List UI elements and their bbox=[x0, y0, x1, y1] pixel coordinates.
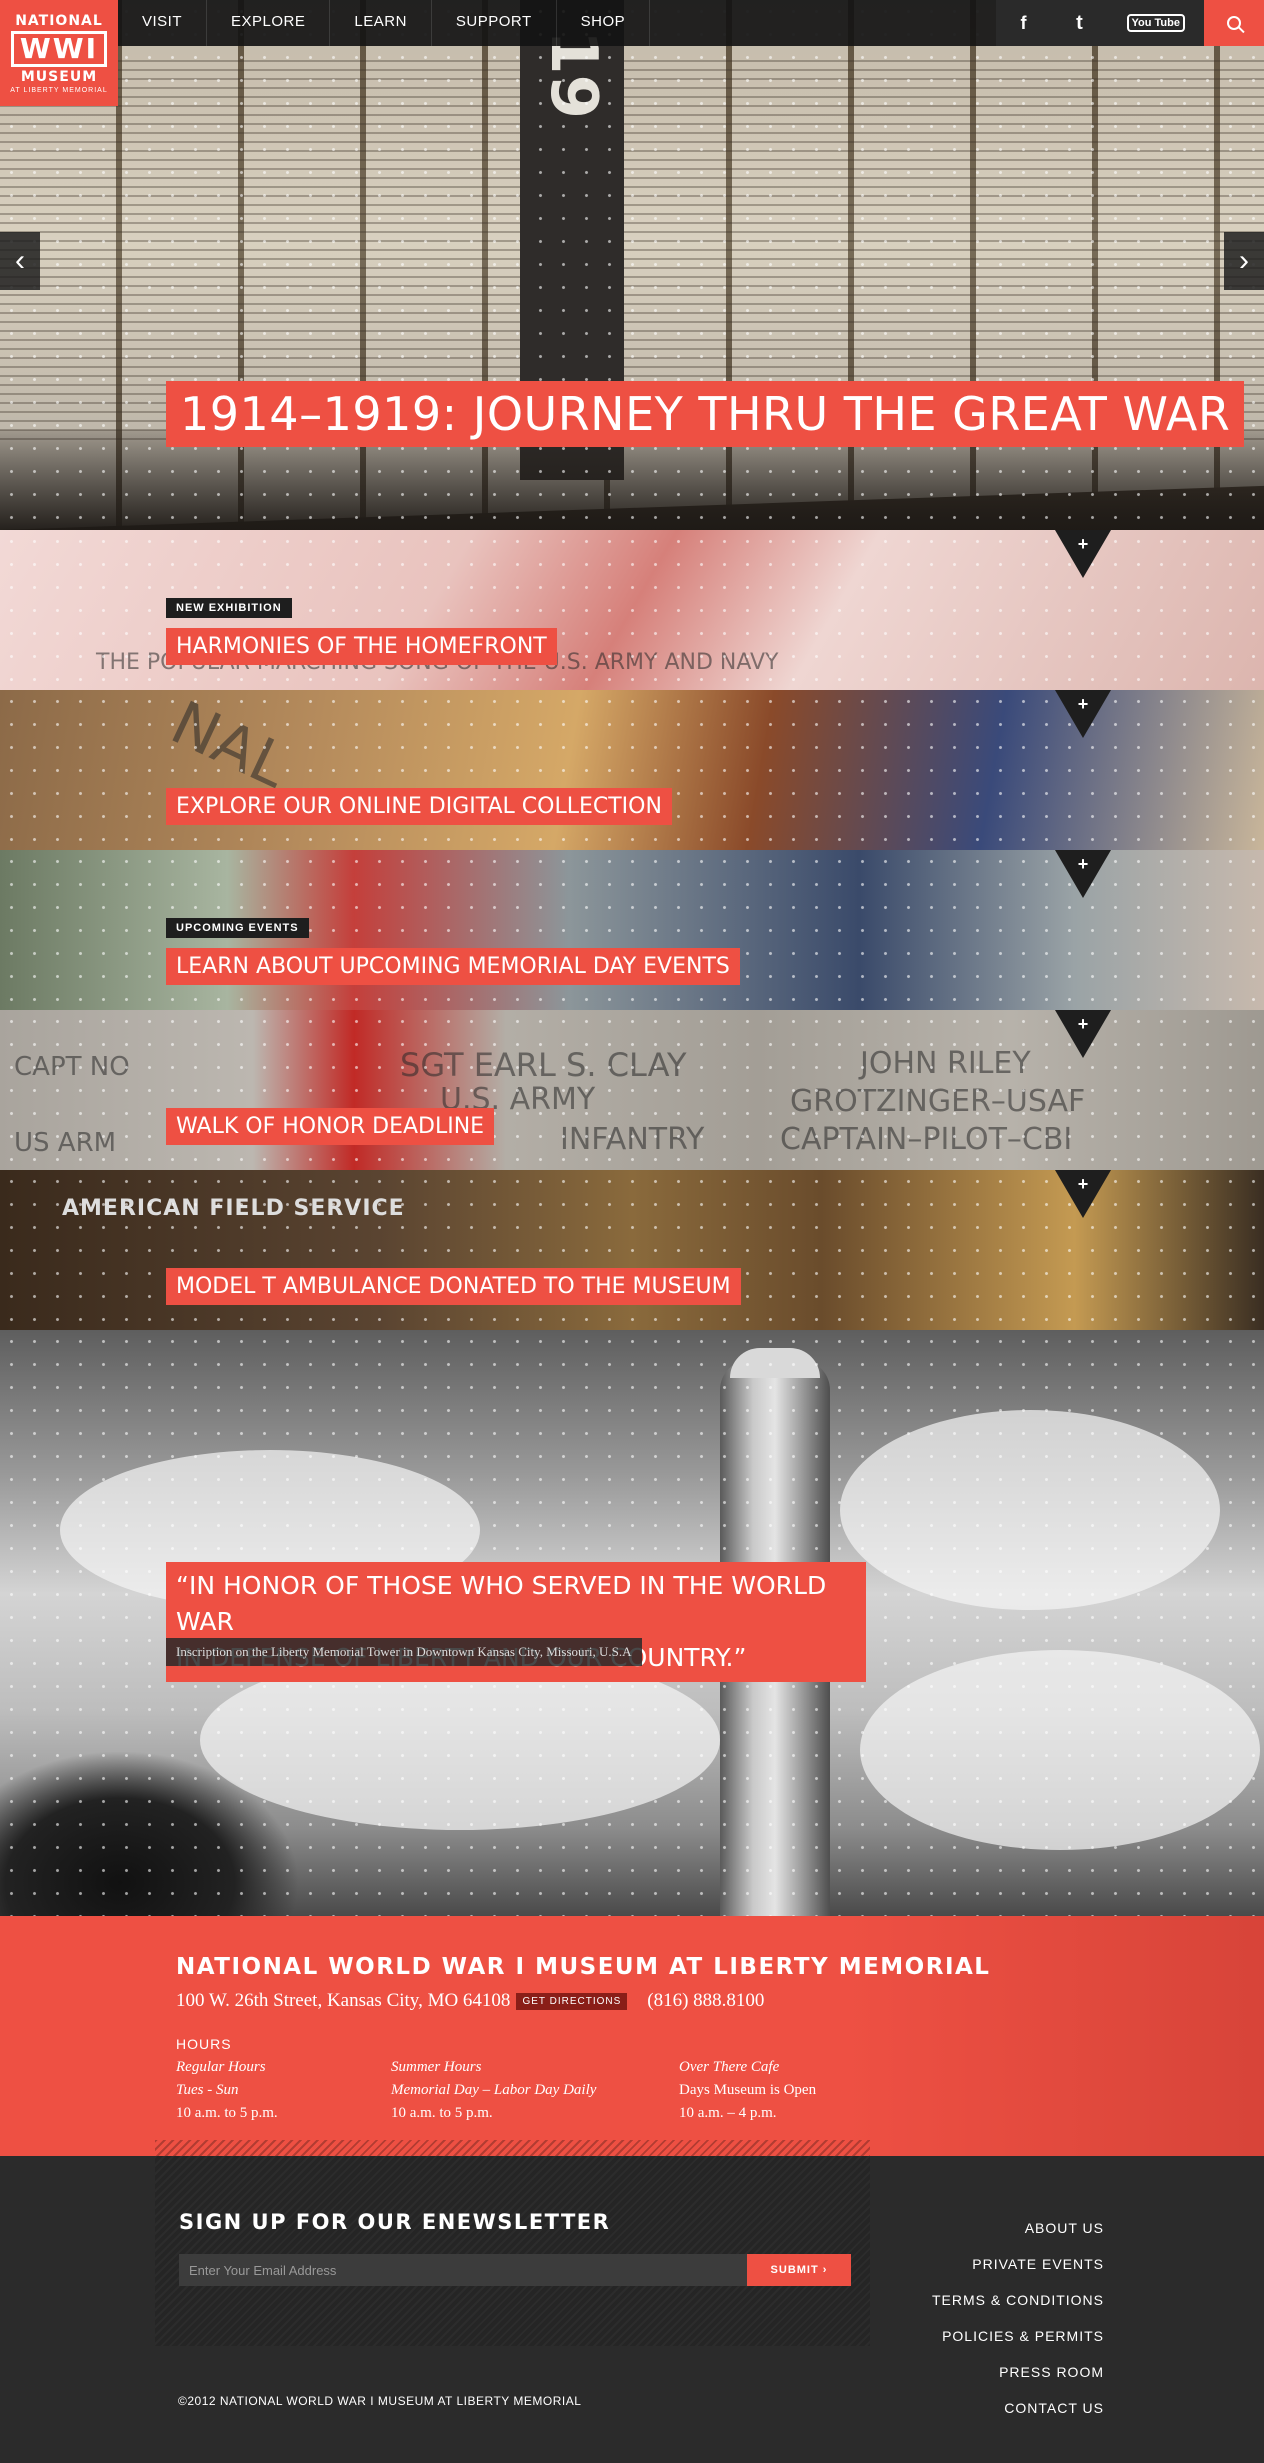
hours-time: 10 a.m. – 4 p.m. bbox=[679, 2105, 777, 2121]
logo-line-liberty: AT LIBERTY MEMORIAL bbox=[10, 86, 108, 94]
hours-days: Days Museum is Open bbox=[679, 2082, 817, 2098]
feature-label[interactable]: MODEL T AMBULANCE DONATED TO THE MUSEUM bbox=[166, 1268, 741, 1305]
strip-art-text: CAPTAIN–PILOT–CBI bbox=[780, 1122, 1073, 1157]
email-field[interactable] bbox=[179, 2254, 747, 2286]
hours-heading: HOURS bbox=[176, 2036, 232, 2052]
site-footer: SIGN UP FOR OUR ENEWSLETTER SUBMIT › ABO… bbox=[0, 2156, 1264, 2463]
nav-item-shop[interactable]: SHOP bbox=[557, 0, 651, 46]
museum-address: 100 W. 26th Street, Kansas City, MO 6410… bbox=[176, 1990, 511, 2011]
copyright-text: ©2012 NATIONAL WORLD WAR I MUSEUM AT LIB… bbox=[178, 2394, 582, 2408]
hours-column-regular: Regular Hours Tues - Sun 10 a.m. to 5 p.… bbox=[176, 2056, 278, 2125]
get-directions-button[interactable]: GET DIRECTIONS bbox=[516, 1992, 628, 2010]
hours-title: Regular Hours bbox=[176, 2059, 266, 2075]
museum-info: NATIONAL WORLD WAR I MUSEUM AT LIBERTY M… bbox=[0, 1916, 1264, 2156]
feature-label[interactable]: WALK OF HONOR DEADLINE bbox=[166, 1108, 495, 1145]
expand-toggle[interactable]: + bbox=[1055, 1010, 1111, 1058]
hours-days: Memorial Day – Labor Day Daily bbox=[391, 2082, 597, 2098]
strip-art-text: AMERICAN FIELD SERVICE bbox=[62, 1196, 405, 1221]
hatch-divider bbox=[155, 2140, 870, 2156]
feature-strip-model-t[interactable]: AMERICAN FIELD SERVICE MODEL T AMBULANCE… bbox=[0, 1170, 1264, 1330]
expand-toggle[interactable]: + bbox=[1055, 690, 1111, 738]
footer-link-policies[interactable]: POLICIES & PERMITS bbox=[932, 2318, 1104, 2354]
plus-icon: + bbox=[1077, 694, 1089, 714]
footer-link-about[interactable]: ABOUT US bbox=[932, 2210, 1104, 2246]
museum-phone[interactable]: (816) 888.8100 bbox=[647, 1990, 764, 2012]
nav-item-visit[interactable]: VISIT bbox=[118, 0, 208, 46]
feature-strip-memorial-day[interactable]: UPCOMING EVENTS LEARN ABOUT UPCOMING MEM… bbox=[0, 850, 1264, 1010]
strip-art-text: GROTZINGER–USAF bbox=[790, 1084, 1086, 1119]
plus-icon: + bbox=[1077, 1174, 1089, 1194]
plus-icon: + bbox=[1077, 854, 1089, 874]
hours-time: 10 a.m. to 5 p.m. bbox=[176, 2105, 278, 2121]
museum-logo[interactable]: NATIONAL WWI MUSEUM AT LIBERTY MEMORIAL bbox=[0, 0, 118, 106]
twitter-icon[interactable]: t bbox=[1052, 0, 1108, 46]
hours-title: Summer Hours bbox=[391, 2059, 482, 2075]
plus-icon: + bbox=[1077, 534, 1089, 554]
facebook-icon[interactable]: f bbox=[996, 0, 1052, 46]
feature-strip-walk-of-honor[interactable]: CAPT NO SGT EARL S. CLAY U.S. ARMY INFAN… bbox=[0, 1010, 1264, 1170]
strip-art-text: CAPT NO bbox=[14, 1052, 130, 1082]
nav-item-learn[interactable]: LEARN bbox=[330, 0, 432, 46]
strip-art-text: SGT EARL S. CLAY bbox=[400, 1046, 687, 1084]
feature-tag: UPCOMING EVENTS bbox=[166, 918, 309, 938]
feature-strip-digital-collection[interactable]: NAL EXPLORE OUR ONLINE DIGITAL COLLECTIO… bbox=[0, 690, 1264, 850]
footer-link-terms[interactable]: TERMS & CONDITIONS bbox=[932, 2282, 1104, 2318]
feature-label[interactable]: EXPLORE OUR ONLINE DIGITAL COLLECTION bbox=[166, 788, 672, 825]
hours-column-cafe: Over There Cafe Days Museum is Open 10 a… bbox=[679, 2056, 816, 2125]
cloud-shape bbox=[860, 1650, 1260, 1850]
footer-links: ABOUT US PRIVATE EVENTS TERMS & CONDITIO… bbox=[932, 2210, 1104, 2426]
newsletter-heading: SIGN UP FOR OUR ENEWSLETTER bbox=[179, 2210, 611, 2234]
feature-label[interactable]: HARMONIES OF THE HOMEFRONT bbox=[166, 628, 557, 665]
hero-banner[interactable]: 19 ‹ › 1914–1919: JOURNEY THRU THE GREAT… bbox=[0, 0, 1264, 530]
logo-line-wwi: WWI bbox=[10, 30, 108, 67]
quote-citation: Inscription on the Liberty Memorial Towe… bbox=[166, 1638, 642, 1666]
footer-link-private-events[interactable]: PRIVATE EVENTS bbox=[932, 2246, 1104, 2282]
footer-link-contact[interactable]: CONTACT US bbox=[932, 2390, 1104, 2426]
hero-title[interactable]: 1914–1919: JOURNEY THRU THE GREAT WAR bbox=[166, 381, 1245, 447]
nav-item-explore[interactable]: EXPLORE bbox=[207, 0, 331, 46]
feature-label[interactable]: LEARN ABOUT UPCOMING MEMORIAL DAY EVENTS bbox=[166, 948, 740, 985]
strip-art-text: JOHN RILEY bbox=[860, 1046, 1031, 1081]
hours-title: Over There Cafe bbox=[679, 2059, 780, 2075]
strip-art-text: US ARM bbox=[14, 1128, 117, 1158]
chevron-right-icon: › bbox=[1239, 244, 1249, 277]
social-links: f t You Tube bbox=[995, 0, 1204, 46]
plus-icon: + bbox=[1077, 1014, 1089, 1034]
tree-silhouette bbox=[0, 1750, 300, 1916]
info-background bbox=[844, 1916, 1264, 2156]
expand-toggle[interactable]: + bbox=[1055, 1170, 1111, 1218]
strip-art-text: NAL bbox=[160, 690, 299, 802]
footer-link-press[interactable]: PRESS ROOM bbox=[932, 2354, 1104, 2390]
hours-time: 10 a.m. to 5 p.m. bbox=[391, 2105, 493, 2121]
youtube-icon[interactable]: You Tube bbox=[1126, 14, 1185, 32]
cloud-shape bbox=[840, 1410, 1220, 1610]
expand-toggle[interactable]: + bbox=[1055, 850, 1111, 898]
hours-column-summer: Summer Hours Memorial Day – Labor Day Da… bbox=[391, 2056, 596, 2125]
main-nav: VISIT EXPLORE LEARN SUPPORT SHOP bbox=[118, 0, 651, 46]
nav-item-support[interactable]: SUPPORT bbox=[432, 0, 557, 46]
museum-name: NATIONAL WORLD WAR I MUSEUM AT LIBERTY M… bbox=[176, 1954, 991, 1980]
strip-art-text: INFANTRY bbox=[560, 1122, 705, 1157]
top-navigation-bar: VISIT EXPLORE LEARN SUPPORT SHOP f t You… bbox=[0, 0, 1264, 46]
search-icon bbox=[1227, 16, 1241, 30]
newsletter-signup: SIGN UP FOR OUR ENEWSLETTER SUBMIT › bbox=[155, 2156, 870, 2346]
logo-line-national: NATIONAL bbox=[15, 12, 103, 29]
search-button[interactable] bbox=[1204, 0, 1264, 46]
museum-address-row: 100 W. 26th Street, Kansas City, MO 6410… bbox=[176, 1990, 764, 2012]
expand-toggle[interactable]: + bbox=[1055, 530, 1111, 578]
feature-strip-homefront[interactable]: THE POPULAR MARCHING SONG OF THE U.S. AR… bbox=[0, 530, 1264, 690]
quote-line-1: “IN HONOR OF THOSE WHO SERVED IN THE WOR… bbox=[176, 1571, 827, 1636]
logo-line-museum: MUSEUM bbox=[20, 68, 98, 85]
hours-days: Tues - Sun bbox=[176, 2082, 239, 2098]
hero-next-button[interactable]: › bbox=[1224, 232, 1264, 290]
feature-tag: NEW EXHIBITION bbox=[166, 598, 292, 618]
submit-button[interactable]: SUBMIT › bbox=[747, 2254, 851, 2286]
chevron-left-icon: ‹ bbox=[15, 244, 25, 277]
hero-prev-button[interactable]: ‹ bbox=[0, 232, 40, 290]
